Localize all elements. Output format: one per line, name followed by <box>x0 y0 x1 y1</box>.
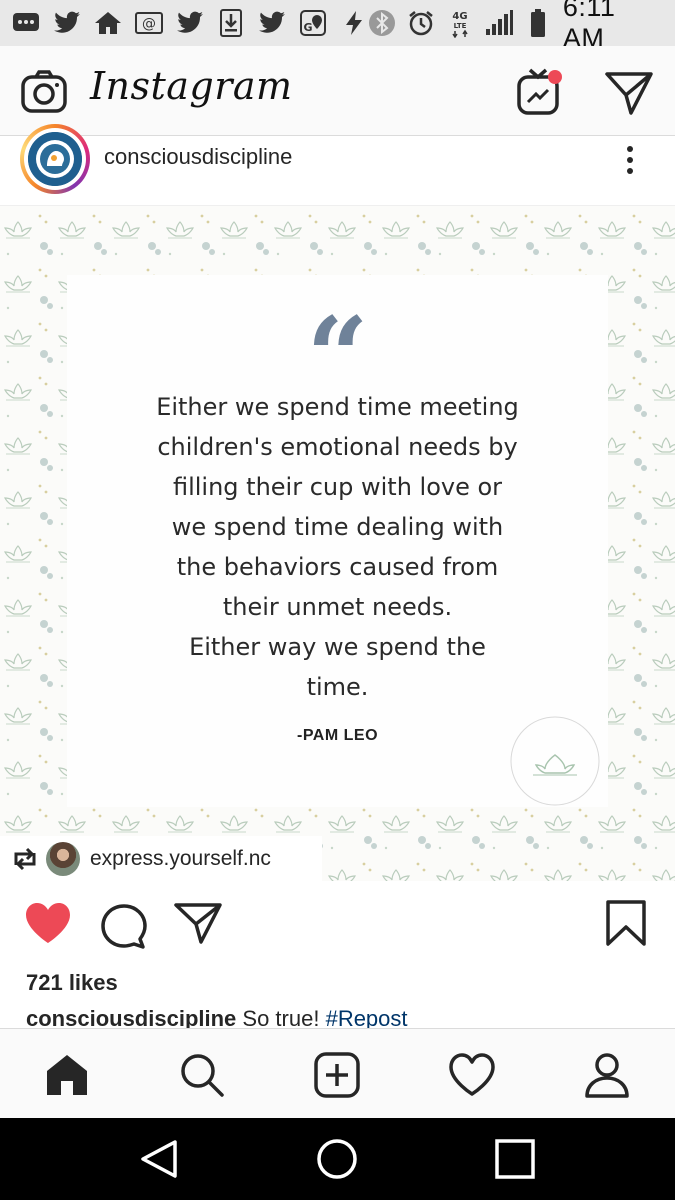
bluetooth-icon <box>368 9 396 37</box>
svg-text:@: @ <box>142 16 156 32</box>
post-image[interactable]: “ Either we spend time meeting children'… <box>0 206 675 881</box>
activity-heart-icon[interactable] <box>448 1051 496 1099</box>
post-actions <box>0 881 675 971</box>
notification-icons: @ G <box>12 9 368 37</box>
quote-line: their unmet needs. <box>222 593 453 621</box>
caption-text: So true! <box>242 1006 320 1028</box>
system-home-icon[interactable] <box>315 1137 359 1181</box>
search-tab-icon[interactable] <box>178 1051 226 1099</box>
svg-text:G: G <box>303 21 312 34</box>
twitter-icon <box>53 9 81 37</box>
status-bar: @ G 4G LTE 6:11 AM <box>0 0 675 53</box>
maps-icon: G <box>299 9 327 37</box>
share-icon[interactable] <box>174 901 222 945</box>
svg-text:LTE: LTE <box>454 22 467 30</box>
flash-icon <box>340 9 368 37</box>
quote-line: Either we spend time meeting <box>156 393 519 421</box>
more-options-icon[interactable] <box>618 140 642 180</box>
twitter-icon <box>258 9 286 37</box>
quote-line: children's emotional needs by <box>157 433 518 461</box>
likes-count[interactable]: 721 likes <box>26 970 118 996</box>
app-title: Instagram <box>90 64 293 108</box>
new-post-icon[interactable] <box>313 1051 361 1099</box>
messages-icon <box>12 9 40 37</box>
post-username[interactable]: consciousdiscipline <box>104 144 292 170</box>
quote-text: Either we spend time meeting children's … <box>87 387 588 707</box>
camera-icon[interactable] <box>20 68 68 116</box>
back-icon[interactable] <box>137 1137 181 1181</box>
quote-mark: “ <box>306 303 369 383</box>
quote-line: Either way we spend the <box>189 633 486 661</box>
quote-card: “ Either we spend time meeting children'… <box>67 275 608 807</box>
battery-icon <box>524 9 552 37</box>
quote-line: we spend time dealing with <box>171 513 504 541</box>
twitter-icon <box>176 9 204 37</box>
repost-attribution[interactable]: express.yourself.nc <box>0 836 322 881</box>
alarm-icon <box>407 9 435 37</box>
home-tab-icon[interactable] <box>43 1051 91 1099</box>
caption-hashtag[interactable]: #Repost <box>326 1006 408 1028</box>
comment-icon[interactable] <box>100 901 148 949</box>
repost-username[interactable]: express.yourself.nc <box>90 847 271 871</box>
recent-apps-icon[interactable] <box>493 1137 537 1181</box>
svg-text:4G: 4G <box>452 11 467 22</box>
post-caption: consciousdiscipline So true! #Repost <box>26 1006 666 1028</box>
download-icon <box>217 9 245 37</box>
home-icon <box>94 9 122 37</box>
bottom-navigation <box>0 1028 675 1118</box>
repost-avatar <box>46 841 80 876</box>
signal-icon <box>485 9 513 37</box>
post-header: consciousdiscipline <box>0 124 675 206</box>
like-heart-icon[interactable] <box>24 901 72 945</box>
caption-username[interactable]: consciousdiscipline <box>26 1006 236 1028</box>
system-navigation-bar <box>0 1118 675 1200</box>
quote-line: the behaviors caused from <box>176 553 499 581</box>
story-ring[interactable] <box>20 124 90 194</box>
instagram-header: Instagram <box>0 46 675 136</box>
profile-tab-icon[interactable] <box>583 1051 631 1099</box>
repost-icon <box>14 847 36 870</box>
lte-icon: 4G LTE <box>446 9 474 38</box>
quote-line: time. <box>306 673 369 701</box>
quote-line: filling their cup with love or <box>172 473 503 501</box>
avatar <box>28 132 82 186</box>
brand-stamp-logo <box>510 716 600 806</box>
email-icon: @ <box>135 9 163 37</box>
direct-message-icon[interactable] <box>604 70 654 116</box>
igtv-icon[interactable] <box>515 66 567 118</box>
save-bookmark-icon[interactable] <box>604 899 648 947</box>
